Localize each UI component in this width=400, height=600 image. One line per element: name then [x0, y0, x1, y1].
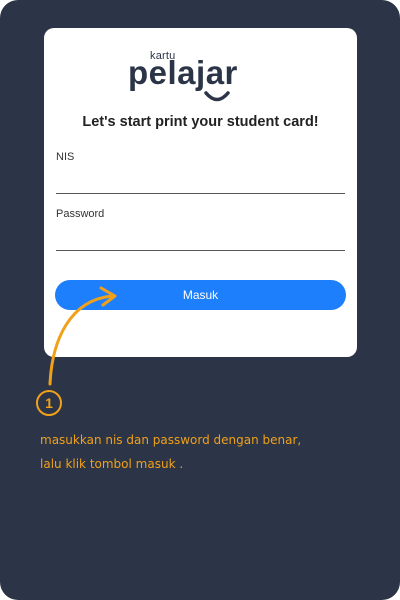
step-number-badge: 1: [36, 390, 62, 416]
instruction-line-2: lalu klik tombol masuk .: [40, 457, 184, 471]
password-label: Password: [56, 208, 105, 220]
nis-field[interactable]: [56, 173, 345, 194]
tutorial-frame: kartu pelajar Let's start print your stu…: [0, 0, 400, 600]
logo-main-text: pelajar: [128, 54, 238, 91]
instruction-line-1: masukkan nis dan password dengan benar,: [40, 433, 302, 447]
page-title: Let's start print your student card!: [82, 114, 319, 130]
smile-icon: [204, 91, 230, 102]
password-field[interactable]: [56, 230, 345, 251]
app-logo: kartu pelajar: [44, 48, 357, 104]
login-card: kartu pelajar Let's start print your stu…: [44, 28, 357, 357]
masuk-button[interactable]: Masuk: [55, 280, 346, 310]
nis-label: NIS: [56, 151, 75, 163]
